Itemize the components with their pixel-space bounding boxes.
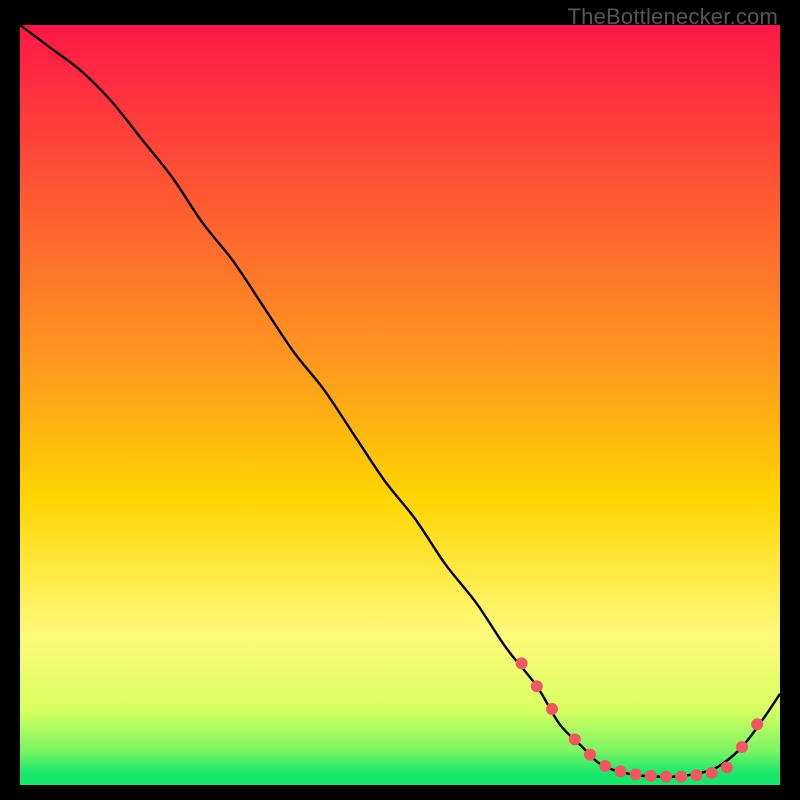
gradient-background xyxy=(20,25,780,785)
data-marker xyxy=(751,718,763,730)
data-marker xyxy=(630,768,642,780)
data-marker xyxy=(599,760,611,772)
data-marker xyxy=(645,770,657,782)
bottleneck-chart xyxy=(20,25,780,785)
data-marker xyxy=(675,771,687,783)
data-marker xyxy=(569,733,581,745)
data-marker xyxy=(706,767,718,779)
data-marker xyxy=(584,749,596,761)
chart-frame xyxy=(20,25,780,785)
data-marker xyxy=(736,741,748,753)
data-marker xyxy=(546,703,558,715)
data-marker xyxy=(660,771,672,783)
data-marker xyxy=(721,762,733,774)
data-marker xyxy=(690,769,702,781)
data-marker xyxy=(531,680,543,692)
data-marker xyxy=(614,765,626,777)
data-marker xyxy=(516,657,528,669)
